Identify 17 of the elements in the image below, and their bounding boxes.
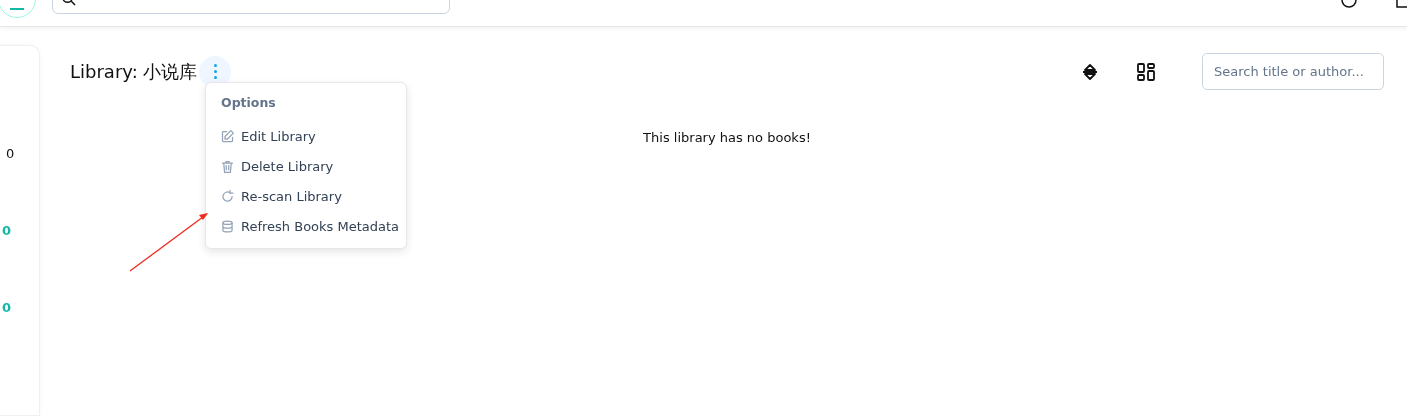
menu-item[interactable]: Delete Library xyxy=(206,151,406,181)
empty-message: This library has no books! xyxy=(643,130,811,145)
library-title: Library: 小说库 xyxy=(70,59,198,84)
refresh-icon xyxy=(220,188,235,204)
database-icon xyxy=(220,218,235,234)
menu-heading: Options xyxy=(220,95,277,112)
menu-item[interactable]: Re-scan Library xyxy=(206,181,406,211)
stat-value: 0 xyxy=(6,146,16,161)
sort-icon[interactable] xyxy=(1080,61,1100,82)
menu-item[interactable]: Refresh Books Metadata xyxy=(206,211,406,241)
menu-item[interactable]: Edit Library xyxy=(206,121,406,151)
stat-value: 0 xyxy=(2,300,13,315)
trash-icon xyxy=(220,158,235,174)
grid-icon[interactable] xyxy=(1136,61,1156,82)
stat-value: 0 xyxy=(2,223,13,238)
edit-icon xyxy=(220,128,235,144)
search-field[interactable]: Search title or author... xyxy=(1202,53,1384,90)
